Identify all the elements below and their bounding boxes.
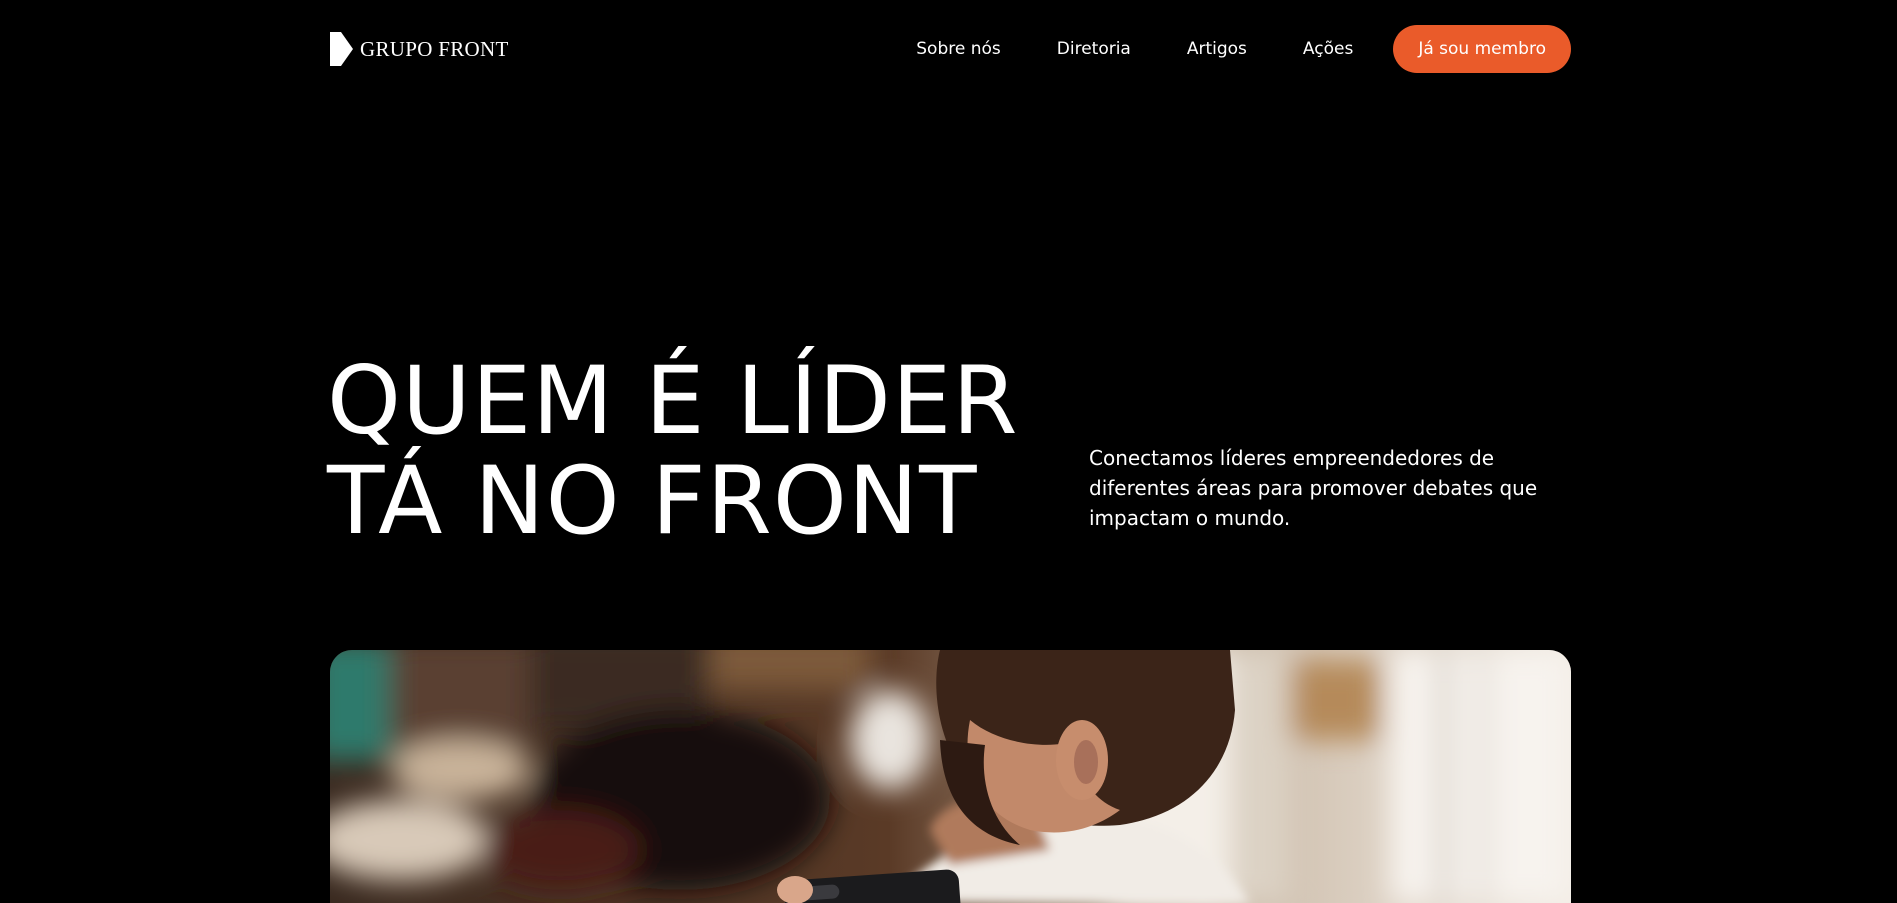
logo-text: GRUPO FRONT [360,36,509,61]
nav-link-sobre-nos[interactable]: Sobre nós [916,39,1001,59]
nav-link-diretoria[interactable]: Diretoria [1057,39,1131,59]
logo[interactable]: GRUPO FRONT [330,32,509,66]
hero-description: Conectamos líderes empreendedores de dif… [1089,446,1538,530]
hero-photo [330,650,1571,903]
site-header: GRUPO FRONT Sobre nós Diretoria Artigos … [330,24,1571,74]
nav-link-artigos[interactable]: Artigos [1187,39,1247,59]
hero-title-line-1: QUEM É LÍDER [327,347,1019,456]
main-nav: Sobre nós Diretoria Artigos Ações Já sou… [916,25,1571,73]
hero-title-line-2: TÁ NO FRONT [327,447,978,556]
member-login-button[interactable]: Já sou membro [1393,25,1571,73]
front-logo-icon [330,32,354,66]
nav-link-acoes[interactable]: Ações [1303,39,1353,59]
hero-title: QUEM É LÍDER TÁ NO FRONT [327,352,1019,552]
